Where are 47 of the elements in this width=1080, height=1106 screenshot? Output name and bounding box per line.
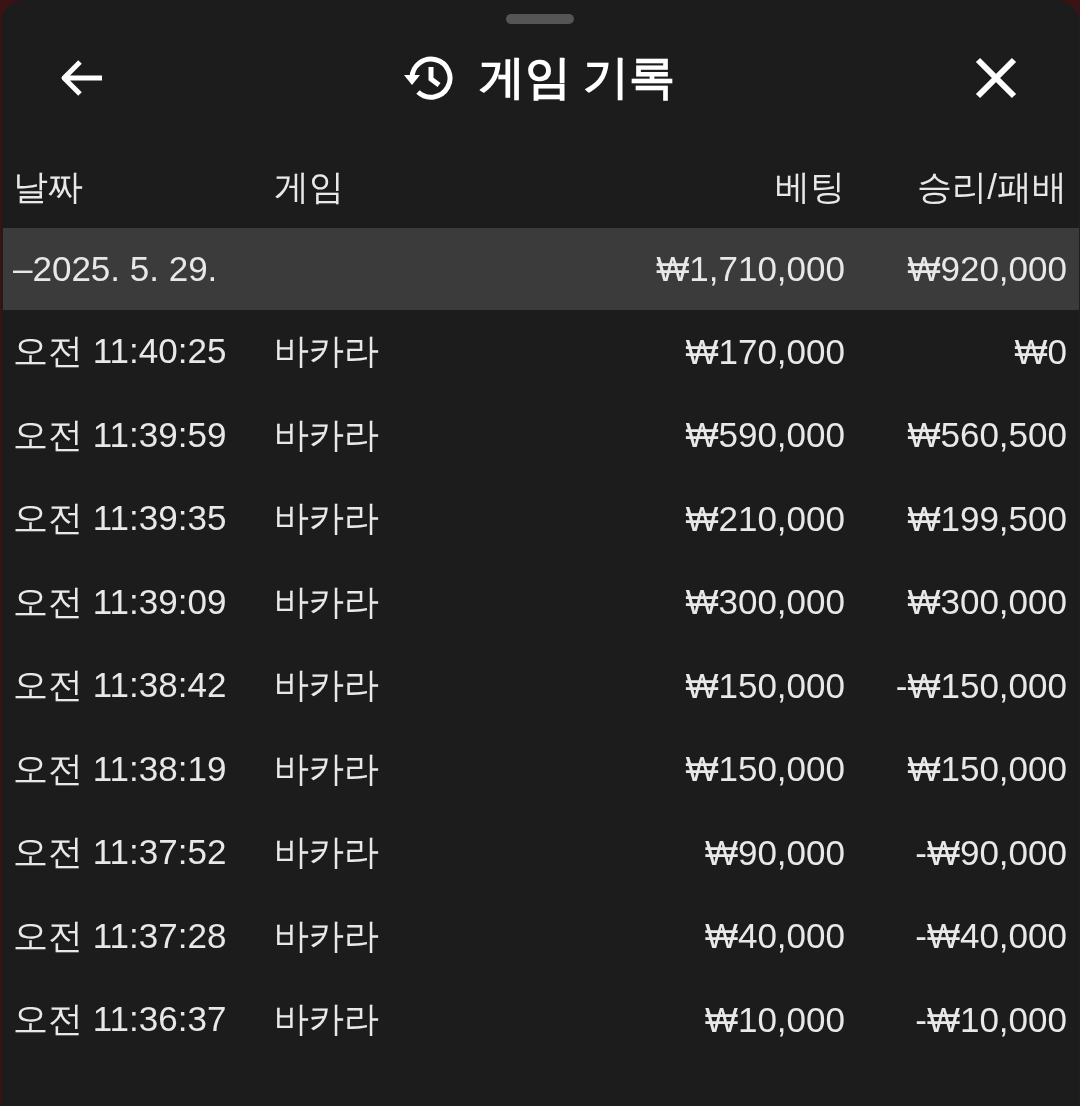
- column-header: 승리/패배: [916, 165, 1067, 208]
- date-group-row[interactable]: –2025. 5. 29. ₩1,710,000 ₩920,000: [3, 228, 1079, 310]
- table-cell-text: 오전 11:37:28: [13, 914, 228, 957]
- table-cell-text: 바카라: [274, 914, 380, 957]
- table-cell-text: 오전 11:38:19: [13, 747, 228, 790]
- table-cell-text: 바카라: [274, 497, 380, 540]
- table-cell-text: 오전 11:40:25: [13, 330, 228, 373]
- table-cell-text: 바카라: [274, 831, 380, 874]
- column-header: 게임: [274, 165, 345, 208]
- table-cell: ₩150,000: [685, 749, 845, 790]
- table-cell-text: 바카라: [274, 664, 380, 707]
- group-bet-total: ₩1,710,000: [656, 249, 845, 289]
- table-cell-text: -₩40,000: [914, 916, 1067, 957]
- table-cell-text: -₩10,000: [914, 999, 1067, 1040]
- history-icon: [402, 55, 453, 101]
- window-title: 게임 기록: [478, 50, 676, 105]
- group-result-total: ₩920,000: [906, 249, 1067, 289]
- table-cell-text: 오전 11:39:35: [13, 497, 228, 540]
- table-cell: ₩10,000: [704, 999, 845, 1040]
- table-cell: ₩300,000: [685, 582, 845, 623]
- table-cell-text: -₩90,000: [914, 832, 1067, 873]
- column-header: 날짜: [13, 165, 84, 208]
- table-cell: ₩590,000: [685, 415, 845, 456]
- table-cell-text: 오전 11:37:52: [13, 831, 228, 874]
- table-cell-text: ₩150,000: [906, 749, 1067, 790]
- table-cell-text: ₩300,000: [906, 582, 1067, 623]
- table-cell-text: -₩150,000: [894, 665, 1067, 706]
- table-cell-text: 바카라: [274, 330, 380, 373]
- table-cell-text: 오전 11:36:37: [13, 998, 228, 1041]
- table-cell-text: 바카라: [274, 413, 380, 456]
- table-cell: ₩170,000: [685, 331, 845, 372]
- table-cell-text: 오전 11:38:42: [13, 664, 228, 707]
- table-cell-text: ₩560,500: [906, 415, 1067, 456]
- table-cell: ₩150,000: [685, 665, 845, 706]
- drag-handle[interactable]: [506, 14, 574, 24]
- table-cell-text: 오전 11:39:09: [13, 580, 228, 623]
- table-cell-text: ₩0: [1013, 331, 1067, 372]
- table-cell-text: 바카라: [274, 998, 380, 1041]
- table-cell: ₩40,000: [704, 916, 845, 957]
- table-cell-text: ₩199,500: [906, 498, 1067, 539]
- table-cell-text: 바카라: [274, 580, 380, 623]
- table-cell-text: 오전 11:39:59: [13, 413, 228, 456]
- table-cell: ₩210,000: [685, 498, 845, 539]
- table-cell-text: 바카라: [274, 747, 380, 790]
- column-header: 베팅: [775, 165, 845, 208]
- group-date: –2025. 5. 29.: [13, 249, 219, 289]
- table-cell: ₩90,000: [704, 832, 845, 873]
